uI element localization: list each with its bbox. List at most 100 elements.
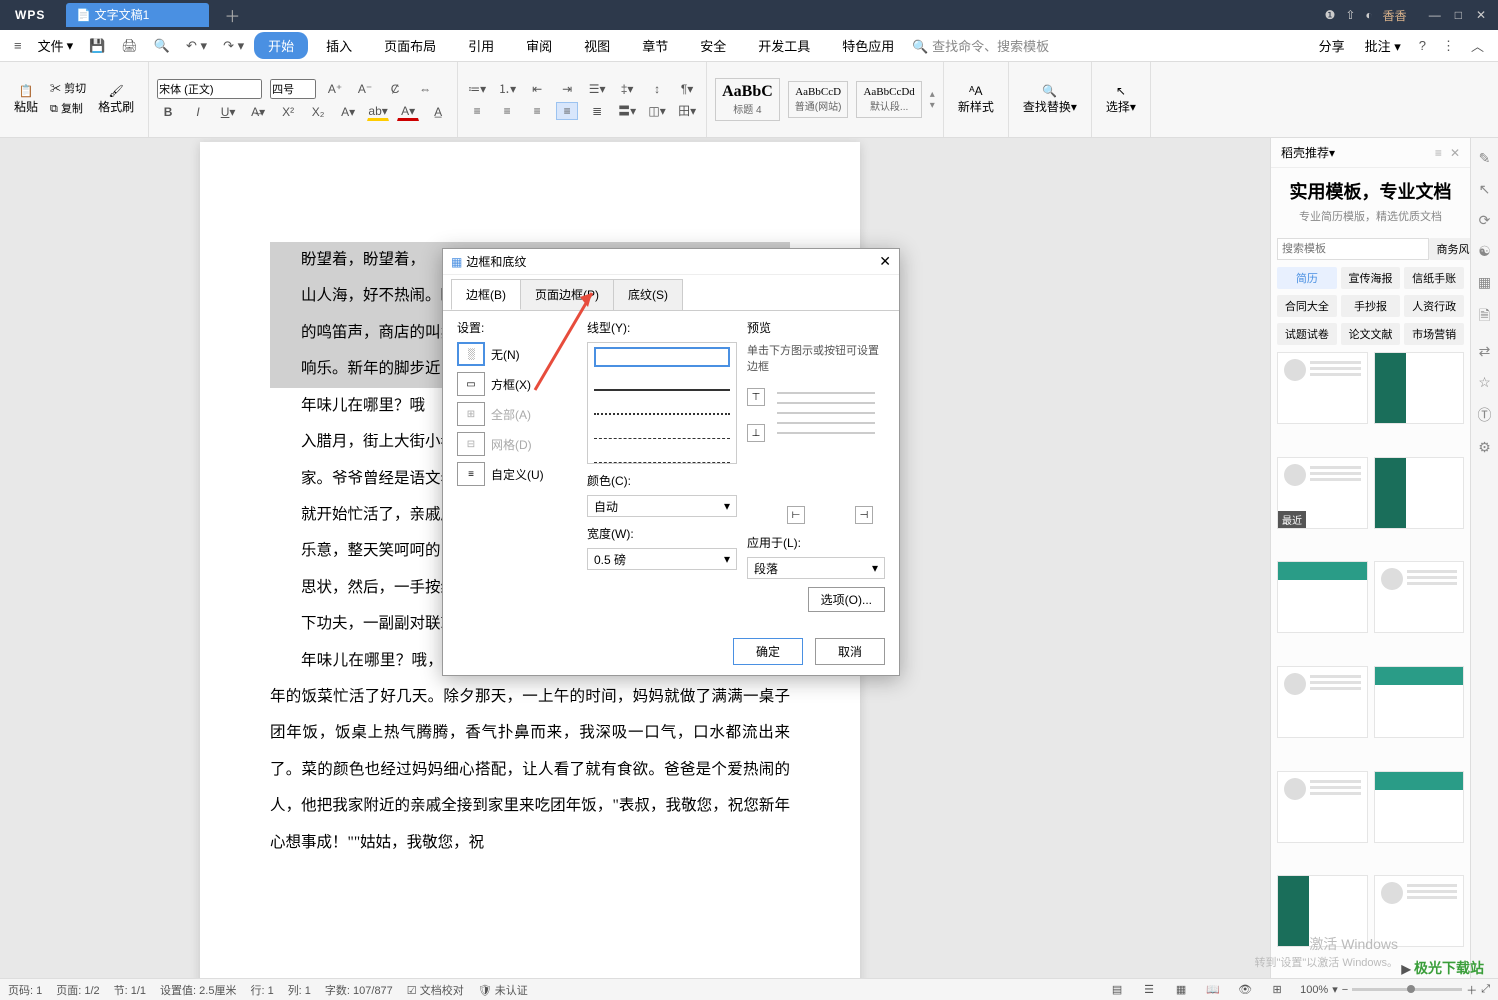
align-right-icon[interactable]: ≡ [526,102,548,120]
chip-poster[interactable]: 宣传海报 [1341,267,1401,289]
ok-button[interactable]: 确定 [733,638,803,665]
fullscreen-icon[interactable]: ⤢ [1481,983,1490,996]
zoom-out-icon[interactable]: − [1342,984,1348,996]
tool-grid-icon[interactable]: ▦ [1478,274,1491,291]
tab-home[interactable]: 开始 [254,32,308,59]
setting-grid[interactable]: ⊟网格(D) [457,432,577,456]
undo-icon[interactable]: ↶ ▾ [180,36,213,56]
dialog-close-icon[interactable]: ✕ [879,253,891,270]
annotate-button[interactable]: 批注 ▾ [1357,32,1409,59]
highlight-icon[interactable]: ab▾ [367,103,389,121]
color-combo[interactable]: 自动▾ [587,495,737,517]
status-column[interactable]: 列: 1 [288,982,311,998]
clear-format-icon[interactable]: Ȼ [384,80,406,98]
alignment-h-icon[interactable]: ☰▾ [586,80,608,98]
view-outline-icon[interactable]: ☰ [1140,983,1158,996]
zoom-in-icon[interactable]: ＋ [1466,982,1477,998]
share-button[interactable]: 分享 [1311,32,1353,59]
tool-mark-icon[interactable]: ☆ [1478,374,1491,391]
preview-left-border-button[interactable]: ⊢ [787,506,805,524]
app-menu-icon[interactable]: ≡ [8,36,28,55]
template-thumb[interactable] [1374,457,1465,529]
ribbon-options-icon[interactable]: ⋮ [1436,36,1461,56]
help-icon[interactable]: ? [1413,36,1432,55]
chip-hr[interactable]: 人资行政 [1404,295,1464,317]
tool-pencil-icon[interactable]: ✎ [1479,150,1491,167]
redo-icon[interactable]: ↷ ▾ [217,36,250,56]
status-word-count[interactable]: 字数: 107/877 [325,982,393,998]
new-tab-button[interactable]: ＋ [224,3,240,27]
view-focus-icon[interactable]: 👁 [1236,983,1254,996]
chip-resume[interactable]: 简历 [1277,267,1337,289]
tab-special[interactable]: 特色应用 [828,32,908,59]
apply-to-combo[interactable]: 段落▾ [747,557,885,579]
options-button[interactable]: 选项(O)... [808,587,885,612]
view-print-layout-icon[interactable]: ▤ [1108,983,1126,996]
template-thumb[interactable] [1277,561,1368,633]
copy-button[interactable]: ⧉ 复制 [50,100,86,116]
outline-2-icon[interactable]: 〓▾ [616,102,638,120]
strikethrough-icon[interactable]: A̶▾ [247,103,269,121]
distribute-icon[interactable]: ≣ [586,102,608,120]
italic-icon[interactable]: I [187,103,209,121]
zoom-control[interactable]: 100% ▾ − ＋ ⤢ [1300,982,1490,998]
align-justify-icon[interactable]: ≡ [556,102,578,120]
view-read-icon[interactable]: 📖 [1204,983,1222,996]
dlg-tab-shading[interactable]: 底纹(S) [613,279,683,310]
status-cert[interactable]: 🛡 未认证 [478,982,528,998]
avatar-icon[interactable]: ◐ [1365,8,1372,22]
status-line[interactable]: 行: 1 [250,982,273,998]
bullets-icon[interactable]: ≔▾ [466,80,488,98]
minimize-icon[interactable]: — [1429,8,1441,22]
line-style-option[interactable] [594,371,730,391]
chip-letter[interactable]: 信纸手账 [1404,267,1464,289]
paragraph-mark-icon[interactable]: ¶▾ [676,80,698,98]
status-indent[interactable]: 设置值: 2.5厘米 [160,982,236,998]
tool-swap-icon[interactable]: ⇄ [1479,343,1491,360]
style-heading4[interactable]: AaBbC标题 4 [715,78,780,121]
paste-button[interactable]: 📋粘贴 [8,80,44,119]
template-thumb[interactable] [1277,771,1368,843]
new-style-button[interactable]: ᴬA新样式 [952,80,1000,119]
template-thumb[interactable] [1277,352,1368,424]
borders-dropdown-icon[interactable]: 田▾ [676,102,698,120]
font-size-combo[interactable] [270,79,316,99]
template-thumb[interactable] [1277,666,1368,738]
template-thumb[interactable] [1374,771,1465,843]
font-color-icon[interactable]: A▾ [397,103,419,121]
status-section[interactable]: 节: 1/1 [114,982,146,998]
underline-icon[interactable]: U▾ [217,103,239,121]
tab-developer[interactable]: 开发工具 [744,32,824,59]
file-menu[interactable]: 文件 ▾ [32,34,80,57]
gift-icon[interactable]: ⇧ [1345,8,1355,22]
view-web-icon[interactable]: ▦ [1172,983,1190,996]
close-window-icon[interactable]: ✕ [1476,8,1486,22]
zoom-slider[interactable] [1352,988,1462,991]
template-thumb[interactable] [1374,666,1465,738]
status-page-count[interactable]: 页面: 1/2 [56,982,99,998]
pane-close-icon[interactable]: ✕ [1450,146,1460,160]
chip-contract[interactable]: 合同大全 [1277,295,1337,317]
tab-security[interactable]: 安全 [686,32,740,59]
setting-box[interactable]: ▭方框(X) [457,372,577,396]
maximize-icon[interactable]: □ [1455,8,1462,22]
zoom-level[interactable]: 100% [1300,984,1328,996]
shading-dropdown-icon[interactable]: ◫▾ [646,102,668,120]
template-thumb[interactable] [1374,561,1465,633]
status-page-number[interactable]: 页码: 1 [8,982,42,998]
print-preview-icon[interactable]: 🔍 [148,36,176,56]
dlg-tab-border[interactable]: 边框(B) [451,279,521,310]
increase-indent-icon[interactable]: ⇥ [556,80,578,98]
find-replace-button[interactable]: 🔍查找替换▾ [1017,80,1083,119]
print-icon[interactable]: 🖨 [115,36,144,56]
line-style-list[interactable] [587,342,737,464]
tab-section[interactable]: 章节 [628,32,682,59]
style-normal-web[interactable]: AaBbCcD普通(网站) [788,81,849,118]
chip-handcopy[interactable]: 手抄报 [1341,295,1401,317]
line-style-option[interactable] [594,443,730,463]
badge-icon[interactable]: ❶ [1325,8,1336,22]
char-shading-icon[interactable]: A̲ [427,103,449,121]
chip-marketing[interactable]: 市场营销 [1404,323,1464,345]
tab-review[interactable]: 审阅 [512,32,566,59]
sort-icon[interactable]: ↕ [646,80,668,98]
